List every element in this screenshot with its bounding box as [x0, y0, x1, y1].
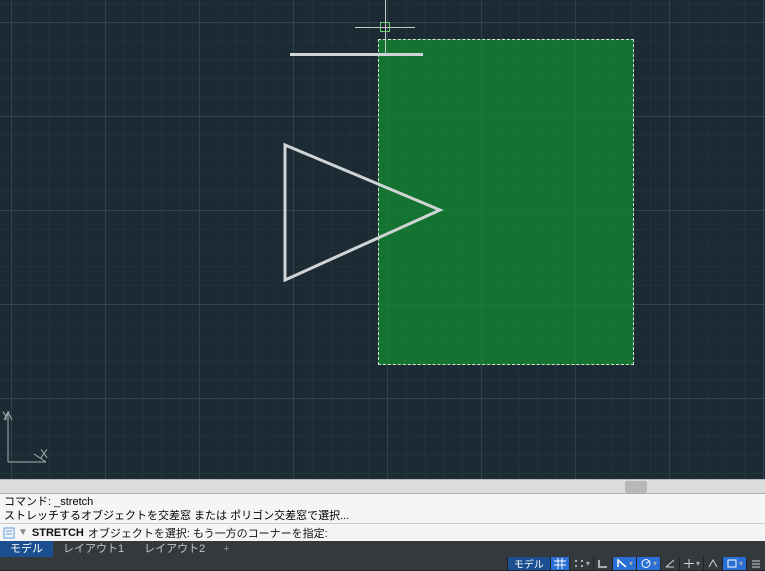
command-history-label: コマンド: [4, 496, 51, 508]
chevron-down-icon[interactable]: ▾ [739, 559, 743, 568]
command-line[interactable]: ▼ STRETCH オブジェクトを選択: もう一方のコーナーを指定: [0, 523, 765, 541]
svg-text:X: X [40, 447, 48, 461]
tab-model[interactable]: モデル [0, 541, 53, 557]
ucs-icon: Y X [2, 408, 52, 468]
chevron-down-icon[interactable]: ▾ [629, 559, 633, 568]
drawn-triangle [280, 140, 450, 290]
angle-icon [664, 558, 676, 569]
command-prompt-text: オブジェクトを選択: もう一方のコーナーを指定: [88, 525, 328, 541]
chevron-down-icon[interactable]: ▼ [18, 527, 28, 538]
angle-icon [707, 558, 719, 569]
command-history: コマンド: _stretch ストレッチするオブジェクトを交差窓 または ポリゴ… [0, 493, 765, 523]
status-menu-button[interactable] [746, 557, 765, 570]
horizontal-scrollbar[interactable] [0, 479, 765, 493]
drawing-canvas[interactable]: Y X [0, 0, 765, 480]
drawn-line [290, 53, 423, 56]
grid-icon [554, 558, 566, 569]
layout-tab-bar: モデル レイアウト1 レイアウト2 + [0, 541, 765, 557]
chevron-down-icon[interactable]: ▾ [653, 559, 657, 568]
tab-layout1[interactable]: レイアウト1 [53, 541, 134, 557]
plus-icon [683, 558, 695, 569]
status-grid-toggle[interactable] [550, 557, 569, 570]
command-history-cmd: _stretch [54, 496, 93, 508]
chevron-down-icon[interactable]: ▾ [586, 559, 590, 568]
status-model-button[interactable]: モデル [507, 557, 550, 570]
svg-text:Y: Y [2, 409, 10, 423]
status-bar: モデル ▾ ▾ ▾ ▾ ▾ [0, 557, 765, 570]
square-icon [726, 558, 738, 569]
chevron-down-icon[interactable]: ▾ [696, 559, 700, 568]
status-transparency-toggle[interactable]: ▾ [722, 557, 746, 570]
status-otrack-toggle[interactable]: ▾ [679, 557, 703, 570]
command-history-line2: ストレッチするオブジェクトを交差窓 または ポリゴン交差窓で選択... [4, 509, 761, 523]
tab-layout2[interactable]: レイアウト2 [134, 541, 215, 557]
ortho-icon [597, 558, 609, 569]
isodraft-icon [640, 558, 652, 569]
active-command-name: STRETCH [32, 527, 84, 539]
command-line-icon [2, 526, 16, 540]
scrollbar-thumb[interactable] [625, 481, 647, 493]
status-osnap-toggle[interactable] [660, 557, 679, 570]
status-lineweight-toggle[interactable] [703, 557, 722, 570]
menu-icon [750, 558, 762, 569]
snap-icon [573, 558, 585, 569]
polar-icon [616, 558, 628, 569]
status-isodraft-toggle[interactable]: ▾ [636, 557, 660, 570]
tab-add-button[interactable]: + [215, 543, 237, 555]
status-snap-toggle[interactable]: ▾ [569, 557, 593, 570]
status-polar-toggle[interactable]: ▾ [612, 557, 636, 570]
status-ortho-toggle[interactable] [593, 557, 612, 570]
